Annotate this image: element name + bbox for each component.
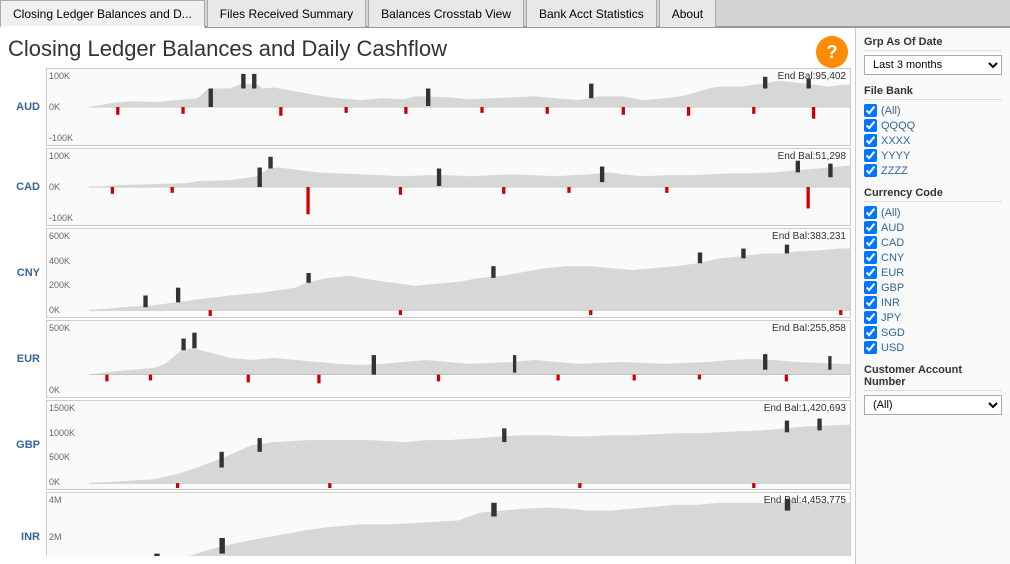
file-bank-check-qqqq[interactable]: [864, 119, 877, 132]
chart-wrapper-eur: 500K 0K End Bal:255,858: [46, 320, 851, 398]
currency-check-sgd[interactable]: [864, 326, 877, 339]
chart-wrapper-cny: 600K 400K 200K 0K End Bal:383,231: [46, 228, 851, 318]
currency-label-inr: INR: [8, 531, 46, 543]
file-bank-item-all: (All): [864, 104, 1002, 117]
svg-area-eur: [89, 321, 850, 397]
sidebar-title-account: Customer Account Number: [864, 364, 1002, 391]
sidebar-section-date: Grp As Of Date Last 3 months Last 6 mont…: [864, 36, 1002, 75]
sidebar: Grp As Of Date Last 3 months Last 6 mont…: [855, 28, 1010, 564]
chart-row-cad: CAD 100K 0K -100K End Bal:51,298: [8, 148, 851, 226]
file-bank-check-yyyy[interactable]: [864, 149, 877, 162]
currency-check-eur[interactable]: [864, 266, 877, 279]
currency-label-gbp: GBP: [8, 439, 46, 451]
currency-item-sgd: SGD: [864, 326, 1002, 339]
currency-check-usd[interactable]: [864, 341, 877, 354]
page-title: Closing Ledger Balances and Daily Cashfl…: [8, 36, 851, 62]
sidebar-title-file-bank: File Bank: [864, 85, 1002, 100]
currency-label-cad: CAD: [8, 181, 46, 193]
sidebar-section-file-bank: File Bank (All) QQQQ XXXX YYYY ZZZZ: [864, 85, 1002, 177]
tab-files-received[interactable]: Files Received Summary: [207, 0, 366, 27]
currency-check-all[interactable]: [864, 206, 877, 219]
chart-row-aud: AUD 100K 0K -100K End Bal:95,402: [8, 68, 851, 146]
currency-check-cad[interactable]: [864, 236, 877, 249]
svg-area-gbp: [89, 401, 850, 489]
currency-item-all: (All): [864, 206, 1002, 219]
chart-wrapper-cad: 100K 0K -100K End Bal:51,298: [46, 148, 851, 226]
file-bank-check-xxxx[interactable]: [864, 134, 877, 147]
chart-wrapper-inr: 4M 2M 0M End Bal:4,453,775: [46, 492, 851, 556]
help-button[interactable]: ?: [816, 36, 848, 68]
file-bank-item-yyyy: YYYY: [864, 149, 1002, 162]
file-bank-item-qqqq: QQQQ: [864, 119, 1002, 132]
currency-item-inr: INR: [864, 296, 1002, 309]
sidebar-section-currency: Currency Code (All) AUD CAD CNY EUR: [864, 187, 1002, 354]
currency-check-cny[interactable]: [864, 251, 877, 264]
currency-check-aud[interactable]: [864, 221, 877, 234]
currency-item-cad: CAD: [864, 236, 1002, 249]
y-axis-eur: 500K 0K: [47, 321, 89, 397]
y-axis-gbp: 1500K 1000K 500K 0K: [47, 401, 89, 489]
currency-label-eur: EUR: [8, 353, 46, 365]
end-bal-inr: End Bal:4,453,775: [764, 495, 846, 506]
tab-bar: Closing Ledger Balances and D... Files R…: [0, 0, 1010, 28]
y-axis-cad: 100K 0K -100K: [47, 149, 89, 225]
chart-wrapper-aud: 100K 0K -100K End Bal:95,402: [46, 68, 851, 146]
account-select[interactable]: (All): [864, 395, 1002, 415]
currency-item-usd: USD: [864, 341, 1002, 354]
currency-check-inr[interactable]: [864, 296, 877, 309]
sidebar-section-account: Customer Account Number (All): [864, 364, 1002, 415]
currency-item-jpy: JPY: [864, 311, 1002, 324]
chart-row-inr: INR 4M 2M 0M End Bal:4,453,775: [8, 492, 851, 556]
tab-bank-acct[interactable]: Bank Acct Statistics: [526, 0, 657, 27]
end-bal-eur: End Bal:255,858: [772, 323, 846, 334]
end-bal-cny: End Bal:383,231: [772, 231, 846, 242]
currency-item-aud: AUD: [864, 221, 1002, 234]
file-bank-item-xxxx: XXXX: [864, 134, 1002, 147]
date-select[interactable]: Last 3 months Last 6 months Last 12 mont…: [864, 55, 1002, 75]
svg-area-inr: [89, 493, 850, 556]
svg-area-cny: [89, 229, 850, 317]
currency-item-gbp: GBP: [864, 281, 1002, 294]
chart-row-cny: CNY 600K 400K 200K 0K End Bal:383,231: [8, 228, 851, 318]
currency-item-cny: CNY: [864, 251, 1002, 264]
chart-row-eur: EUR 500K 0K End Bal:255,858: [8, 320, 851, 398]
sidebar-title-date: Grp As Of Date: [864, 36, 1002, 51]
chart-row-gbp: GBP 1500K 1000K 500K 0K End Bal:1,420,69…: [8, 400, 851, 490]
tab-closing-ledger[interactable]: Closing Ledger Balances and D...: [0, 0, 205, 28]
end-bal-cad: End Bal:51,298: [778, 151, 846, 162]
tab-balances-crosstab[interactable]: Balances Crosstab View: [368, 0, 524, 27]
file-bank-item-zzzz: ZZZZ: [864, 164, 1002, 177]
sidebar-title-currency: Currency Code: [864, 187, 1002, 202]
tab-about[interactable]: About: [659, 0, 716, 27]
currency-label-cny: CNY: [8, 267, 46, 279]
currency-check-gbp[interactable]: [864, 281, 877, 294]
svg-area-aud: [89, 69, 850, 145]
currency-check-jpy[interactable]: [864, 311, 877, 324]
y-axis-aud: 100K 0K -100K: [47, 69, 89, 145]
end-bal-gbp: End Bal:1,420,693: [764, 403, 846, 414]
y-axis-inr: 4M 2M 0M: [47, 493, 89, 556]
file-bank-check-zzzz[interactable]: [864, 164, 877, 177]
charts-container[interactable]: AUD 100K 0K -100K End Bal:95,402: [8, 68, 851, 556]
chart-area: Closing Ledger Balances and Daily Cashfl…: [0, 28, 855, 564]
chart-wrapper-gbp: 1500K 1000K 500K 0K End Bal:1,420,693: [46, 400, 851, 490]
currency-item-eur: EUR: [864, 266, 1002, 279]
currency-label-aud: AUD: [8, 101, 46, 113]
main-container: ? Closing Ledger Balances and Daily Cash…: [0, 28, 1010, 564]
end-bal-aud: End Bal:95,402: [778, 71, 846, 82]
y-axis-cny: 600K 400K 200K 0K: [47, 229, 89, 317]
svg-area-cad: [89, 149, 850, 225]
file-bank-check-all[interactable]: [864, 104, 877, 117]
